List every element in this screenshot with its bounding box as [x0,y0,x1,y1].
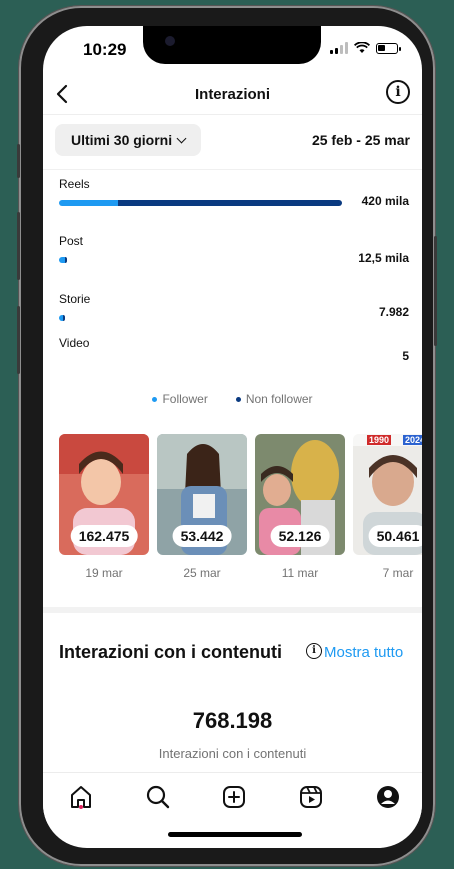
follower-segment [59,200,118,206]
range-divider [43,169,422,170]
front-camera [165,36,175,46]
info-icon[interactable]: i [306,643,322,659]
volume-up-button [17,212,20,280]
breakdown-label: Post [59,234,84,248]
content-thumbnail[interactable]: 52.126 [255,434,345,555]
bottom-tab-bar [43,772,422,824]
wifi-icon [354,42,370,53]
breakdown-row-post: Post 12,5 mila [59,234,409,282]
notification-dot [79,805,83,809]
breakdown-bar [59,257,67,263]
content-date: 19 mar [85,566,123,580]
signal-icon [330,42,348,54]
content-thumbnail[interactable]: 162.475 [59,434,149,555]
back-arrow-icon[interactable] [51,82,75,106]
screen: 10:29 Interazioni i Ultimi 30 giorni 25 … [43,26,422,848]
date-range-row: Ultimi 30 giorni 25 feb - 25 mar [43,123,422,157]
interaction-count: 162.475 [70,525,138,547]
non-follower-segment [65,257,67,263]
non-follower-segment [63,315,65,321]
content-date: 7 mar [382,566,414,580]
legend-follower-label: Follower [162,392,208,406]
home-indicator[interactable] [168,832,302,837]
overlay-year-left: 1990 [367,435,392,445]
breakdown-value: 12,5 mila [358,251,409,265]
notch [143,26,321,64]
search-icon[interactable] [144,783,172,811]
status-time: 10:29 [83,40,127,59]
profile-icon[interactable] [374,783,402,811]
content-date: 25 mar [183,566,221,580]
date-range-label: Ultimi 30 giorni [71,132,173,148]
interaction-count: 52.126 [270,525,330,547]
battery-icon [376,42,401,54]
volume-down-button [17,306,20,374]
chevron-down-icon [176,133,187,143]
mute-switch [17,144,20,178]
section-divider [43,607,422,613]
breakdown-row-video: Video 5 [59,336,409,384]
interaction-count: 50.461 [368,525,422,547]
breakdown-row-storie: Storie 7.982 [59,292,409,340]
legend-non-follower: Non follower [235,392,313,406]
total-interactions: 768.198 [192,708,273,733]
reels-icon[interactable] [297,783,325,811]
breakdown-bar [59,200,342,206]
top-content-carousel[interactable]: 162.475 53.442 52.126 1990 202 50.461 19… [59,434,422,584]
app-header: Interazioni i [43,74,422,114]
breakdown-row-reels: Reels 420 mila [59,177,409,225]
status-icons [330,42,401,54]
create-icon[interactable] [220,783,248,811]
date-range-text: 25 feb - 25 mar [311,132,410,148]
date-range-dropdown[interactable]: Ultimi 30 giorni [55,124,202,156]
breakdown-bar [59,315,65,321]
overlay-year-right: 2024 [403,435,422,445]
content-date: 11 mar [281,566,319,580]
breakdown-value: 420 mila [361,194,409,208]
section-title: Interazioni con i contenuti [59,642,283,662]
total-interactions-caption: Interazioni con i contenuti [158,746,307,761]
breakdown-label: Video [59,336,90,350]
breakdown-value: 5 [402,349,409,363]
page-title: Interazioni [194,85,270,103]
header-divider [43,114,422,115]
legend: Follower Non follower [43,392,422,406]
show-all-link[interactable]: Mostra tutto [324,644,403,661]
legend-non-follower-label: Non follower [245,392,313,406]
breakdown-value: 7.982 [378,305,409,319]
breakdown-label: Reels [59,177,90,191]
info-icon[interactable]: i [386,80,410,104]
non-follower-segment [118,200,342,206]
power-button [434,236,437,346]
content-thumbnail[interactable]: 53.442 [157,434,247,555]
content-thumbnail[interactable]: 1990 2024 50.461 [353,434,422,555]
interaction-count: 53.442 [172,525,232,547]
breakdown-label: Storie [59,292,91,306]
legend-follower: Follower [152,392,208,406]
